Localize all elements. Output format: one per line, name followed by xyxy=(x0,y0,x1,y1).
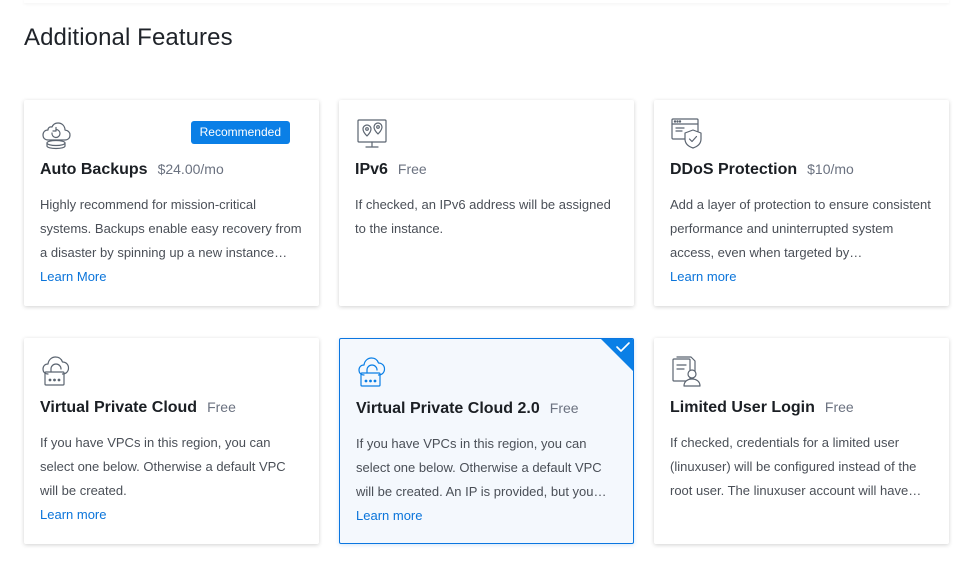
section-title: Additional Features xyxy=(24,24,233,51)
card-title-row: IPv6 Free xyxy=(355,161,427,179)
user-document-icon xyxy=(670,354,704,388)
card-title: Virtual Private Cloud 2.0 xyxy=(356,400,540,417)
card-description: If checked, credentials for a limited us… xyxy=(670,435,922,498)
card-price: Free xyxy=(397,161,427,177)
card-description: If checked, an IPv6 address will be assi… xyxy=(355,197,611,236)
card-title: Virtual Private Cloud xyxy=(40,399,198,416)
card-title-row: DDoS Protection $10/mo xyxy=(670,161,854,179)
card-description: If you have VPCs in this region, you can… xyxy=(356,436,607,499)
learn-more-link[interactable]: Learn more xyxy=(356,506,422,526)
recommended-badge: Recommended xyxy=(190,121,290,144)
card-price: $10/mo xyxy=(807,161,854,177)
top-divider xyxy=(24,0,949,3)
card-price: Free xyxy=(207,399,236,415)
card-description: If you have VPCs in this region, you can… xyxy=(40,435,286,498)
card-title: Auto Backups xyxy=(40,161,148,178)
cloud-backup-icon xyxy=(40,116,74,150)
cloud-lock-icon xyxy=(356,355,390,389)
feature-card-vpc-2[interactable]: Virtual Private Cloud 2.0 Free If you ha… xyxy=(339,338,634,544)
map-pin-icon xyxy=(355,116,389,150)
card-title: IPv6 xyxy=(355,161,388,178)
selected-check-icon xyxy=(600,339,633,372)
feature-card-auto-backups[interactable]: Recommended Auto Backups $24.00/mo Highl… xyxy=(24,100,319,306)
card-title-row: Virtual Private Cloud 2.0 Free xyxy=(356,400,579,418)
card-price: Free xyxy=(549,400,579,416)
card-price: Free xyxy=(824,399,854,415)
cloud-lock-icon xyxy=(40,354,74,388)
card-title: DDoS Protection xyxy=(670,161,798,178)
card-price: $24.00/mo xyxy=(157,161,224,177)
card-description: Add a layer of protection to ensure cons… xyxy=(670,197,931,260)
feature-card-limited-user-login[interactable]: Limited User Login Free If checked, cred… xyxy=(654,338,949,544)
card-title-row: Limited User Login Free xyxy=(670,399,854,417)
learn-more-link[interactable]: Learn More xyxy=(40,267,106,287)
learn-more-link[interactable]: Learn more xyxy=(40,505,106,525)
feature-card-ddos-protection[interactable]: DDoS Protection $10/mo Add a layer of pr… xyxy=(654,100,949,306)
card-title: Limited User Login xyxy=(670,399,815,416)
card-title-row: Auto Backups $24.00/mo xyxy=(40,161,224,179)
card-title-row: Virtual Private Cloud Free xyxy=(40,399,236,417)
learn-more-link[interactable]: Learn more xyxy=(670,267,736,287)
feature-card-ipv6[interactable]: IPv6 Free If checked, an IPv6 address wi… xyxy=(339,100,634,306)
browser-shield-icon xyxy=(670,116,704,150)
card-description: Highly recommend for mission-critical sy… xyxy=(40,197,302,260)
feature-card-vpc[interactable]: Virtual Private Cloud Free If you have V… xyxy=(24,338,319,544)
